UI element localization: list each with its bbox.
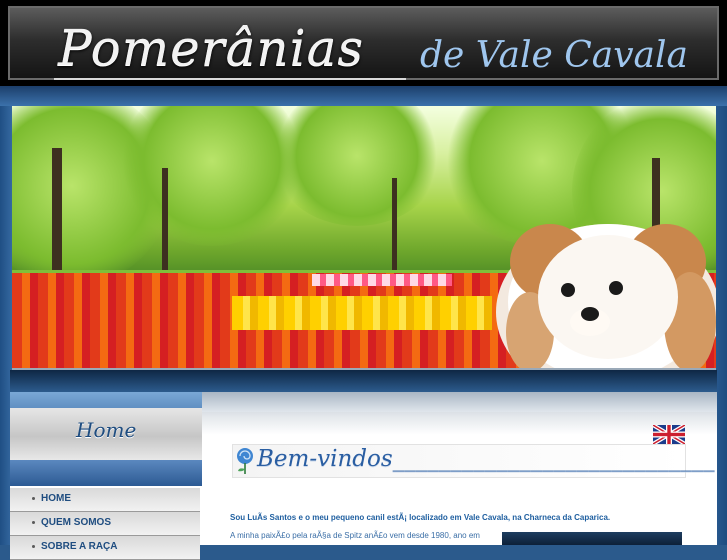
body-text: A minha paixÃ£o pela raÃ§a de Spitz anÃ£…: [230, 531, 480, 540]
sidebar-heading: Home: [76, 418, 137, 442]
bullet-icon: [32, 497, 35, 500]
title-underline: [54, 78, 406, 80]
uk-flag-icon[interactable]: [653, 425, 685, 444]
welcome-heading: Bem-vindos____________________________: [257, 446, 715, 472]
header-bar: [0, 86, 727, 106]
yellow-tulips: [232, 296, 492, 330]
content-photo: [502, 532, 682, 545]
site-title[interactable]: Pomerânias: [58, 20, 364, 76]
banner-image: [12, 106, 716, 370]
menu-item-label: HOME: [41, 493, 71, 504]
site-header: Pomerânias de Vale Cavala: [0, 0, 727, 86]
bullet-icon: [32, 521, 35, 524]
pomeranian-puppy: [496, 224, 716, 368]
bullet-icon: [32, 545, 35, 548]
page: Pomerânias de Vale Cavala Home HOME QUEM…: [0, 0, 727, 560]
menu-item-label: QUEM SOMOS: [41, 517, 112, 528]
tree-trunk: [52, 148, 62, 288]
intro-text: Sou LuÃs Santos e o meu pequeno canil es…: [230, 513, 611, 522]
site-subtitle: de Vale Cavala: [420, 35, 688, 76]
banner-bottom-bar: [10, 370, 717, 392]
header-panel: Pomerânias de Vale Cavala: [8, 6, 719, 80]
menu-item-label: SOBRE A RAÇA: [41, 541, 118, 552]
sidebar-band: [10, 460, 202, 486]
sidebar: Home HOME QUEM SOMOS SOBRE A RAÇA: [10, 392, 202, 560]
menu-item-home[interactable]: HOME: [10, 488, 200, 512]
blue-rose-icon: [237, 448, 253, 474]
menu-item-quem-somos[interactable]: QUEM SOMOS: [10, 512, 200, 536]
menu-item-sobre-a-raca[interactable]: SOBRE A RAÇA: [10, 536, 200, 560]
pink-tulips: [312, 274, 452, 286]
sidebar-heading-panel: Home: [10, 408, 202, 460]
content-top-bar: [202, 392, 717, 412]
main-content: Bem-vindos____________________________ S…: [202, 392, 717, 545]
welcome-banner: Bem-vindos____________________________: [232, 444, 715, 478]
